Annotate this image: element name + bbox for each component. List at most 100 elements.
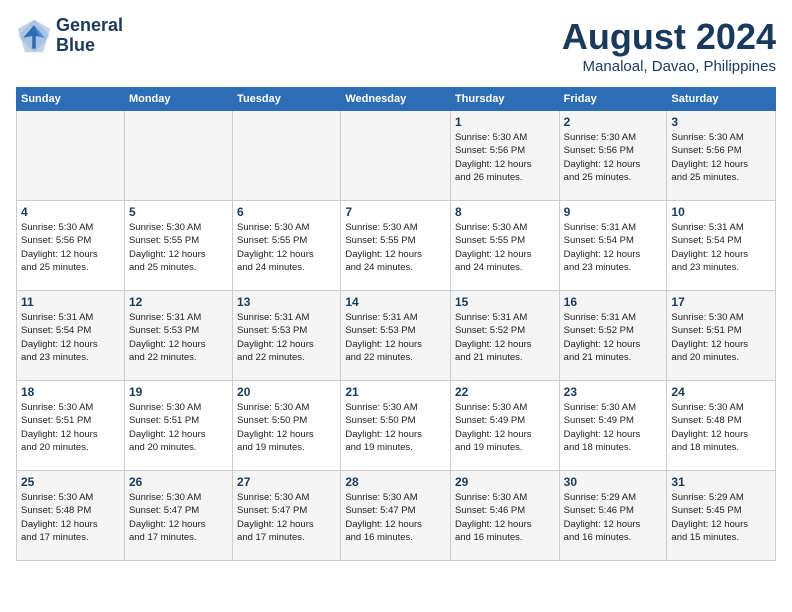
day-number: 23	[564, 385, 663, 399]
cell-content: Sunrise: 5:30 AM Sunset: 5:49 PM Dayligh…	[455, 401, 555, 454]
calendar-cell: 3 Sunrise: 5:30 AM Sunset: 5:56 PM Daylig…	[667, 111, 776, 201]
cell-content: Sunrise: 5:30 AM Sunset: 5:56 PM Dayligh…	[21, 221, 120, 274]
calendar-cell: 20Sunrise: 5:30 AM Sunset: 5:50 PM Dayli…	[233, 381, 341, 471]
day-number: 16	[564, 295, 663, 309]
day-number: 15	[455, 295, 555, 309]
calendar-cell: 12 Sunrise: 5:31 AM Sunset: 5:53 PM Dayli…	[124, 291, 232, 381]
day-number: 4	[21, 205, 120, 219]
location: Manaloal, Davao, Philippines	[562, 58, 776, 75]
calendar-cell: 24 Sunrise: 5:30 AM Sunset: 5:48 PM Dayli…	[667, 381, 776, 471]
day-number: 24	[671, 385, 771, 399]
calendar-cell: 4 Sunrise: 5:30 AM Sunset: 5:56 PM Daylig…	[17, 201, 125, 291]
cell-content: Sunrise: 5:29 AM Sunset: 5:45 PM Dayligh…	[671, 491, 771, 544]
header-row: SundayMondayTuesdayWednesdayThursdayFrid…	[17, 88, 776, 111]
day-number: 18	[21, 385, 120, 399]
calendar-cell: 29 Sunrise: 5:30 AM Sunset: 5:46 PM Dayli…	[450, 471, 559, 561]
cell-content: Sunrise: 5:30 AM Sunset: 5:55 PM Dayligh…	[129, 221, 228, 274]
cell-content: Sunrise: 5:31 AM Sunset: 5:52 PM Dayligh…	[564, 311, 663, 364]
day-number: 6	[237, 205, 336, 219]
cell-content: Sunrise: 5:30 AM Sunset: 5:55 PM Dayligh…	[345, 221, 446, 274]
day-number: 7	[345, 205, 446, 219]
calendar-cell: 27Sunrise: 5:30 AM Sunset: 5:47 PM Dayli…	[233, 471, 341, 561]
calendar-cell: 18 Sunrise: 5:30 AM Sunset: 5:51 PM Dayli…	[17, 381, 125, 471]
day-header-saturday: Saturday	[667, 88, 776, 111]
cell-content: Sunrise: 5:30 AM Sunset: 5:56 PM Dayligh…	[455, 131, 555, 184]
calendar-cell: 1 Sunrise: 5:30 AM Sunset: 5:56 PM Daylig…	[450, 111, 559, 201]
calendar-cell: 2 Sunrise: 5:30 AM Sunset: 5:56 PM Daylig…	[559, 111, 667, 201]
cell-content: Sunrise: 5:30 AM Sunset: 5:47 PM Dayligh…	[237, 491, 336, 544]
calendar-cell: 7 Sunrise: 5:30 AM Sunset: 5:55 PM Daylig…	[341, 201, 451, 291]
calendar-cell: 10 Sunrise: 5:31 AM Sunset: 5:54 PM Dayli…	[667, 201, 776, 291]
calendar-cell	[17, 111, 125, 201]
cell-content: Sunrise: 5:29 AM Sunset: 5:46 PM Dayligh…	[564, 491, 663, 544]
calendar-cell: 30 Sunrise: 5:29 AM Sunset: 5:46 PM Dayli…	[559, 471, 667, 561]
cell-content: Sunrise: 5:30 AM Sunset: 5:48 PM Dayligh…	[21, 491, 120, 544]
day-number: 1	[455, 115, 555, 129]
calendar-cell: 31 Sunrise: 5:29 AM Sunset: 5:45 PM Dayli…	[667, 471, 776, 561]
cell-content: Sunrise: 5:30 AM Sunset: 5:55 PM Dayligh…	[237, 221, 336, 274]
day-number: 9	[564, 205, 663, 219]
cell-content: Sunrise: 5:31 AM Sunset: 5:54 PM Dayligh…	[564, 221, 663, 274]
cell-content: Sunrise: 5:31 AM Sunset: 5:54 PM Dayligh…	[671, 221, 771, 274]
day-number: 13	[237, 295, 336, 309]
calendar-cell: 16 Sunrise: 5:31 AM Sunset: 5:52 PM Dayli…	[559, 291, 667, 381]
day-number: 20	[237, 385, 336, 399]
day-number: 3	[671, 115, 771, 129]
day-number: 28	[345, 475, 446, 489]
cell-content: Sunrise: 5:31 AM Sunset: 5:53 PM Dayligh…	[129, 311, 228, 364]
week-row-0: 1 Sunrise: 5:30 AM Sunset: 5:56 PM Daylig…	[17, 111, 776, 201]
calendar-cell	[233, 111, 341, 201]
calendar-cell: 15Sunrise: 5:31 AM Sunset: 5:52 PM Dayli…	[450, 291, 559, 381]
cell-content: Sunrise: 5:30 AM Sunset: 5:49 PM Dayligh…	[564, 401, 663, 454]
cell-content: Sunrise: 5:30 AM Sunset: 5:56 PM Dayligh…	[671, 131, 771, 184]
cell-content: Sunrise: 5:31 AM Sunset: 5:53 PM Dayligh…	[345, 311, 446, 364]
day-number: 25	[21, 475, 120, 489]
logo-icon	[16, 18, 52, 54]
calendar-body: 1 Sunrise: 5:30 AM Sunset: 5:56 PM Daylig…	[17, 111, 776, 561]
cell-content: Sunrise: 5:30 AM Sunset: 5:48 PM Dayligh…	[671, 401, 771, 454]
day-number: 31	[671, 475, 771, 489]
day-number: 30	[564, 475, 663, 489]
day-number: 10	[671, 205, 771, 219]
calendar-cell: 21 Sunrise: 5:30 AM Sunset: 5:50 PM Dayli…	[341, 381, 451, 471]
calendar-cell	[124, 111, 232, 201]
logo: General Blue	[16, 16, 123, 56]
day-number: 29	[455, 475, 555, 489]
day-number: 2	[564, 115, 663, 129]
day-number: 5	[129, 205, 228, 219]
calendar-cell: 8 Sunrise: 5:30 AM Sunset: 5:55 PM Daylig…	[450, 201, 559, 291]
cell-content: Sunrise: 5:30 AM Sunset: 5:55 PM Dayligh…	[455, 221, 555, 274]
day-header-sunday: Sunday	[17, 88, 125, 111]
logo-line1: General	[56, 15, 123, 35]
day-number: 26	[129, 475, 228, 489]
calendar-cell: 13Sunrise: 5:31 AM Sunset: 5:53 PM Dayli…	[233, 291, 341, 381]
calendar-header: SundayMondayTuesdayWednesdayThursdayFrid…	[17, 88, 776, 111]
calendar-cell: 28 Sunrise: 5:30 AM Sunset: 5:47 PM Dayli…	[341, 471, 451, 561]
day-number: 21	[345, 385, 446, 399]
cell-content: Sunrise: 5:30 AM Sunset: 5:46 PM Dayligh…	[455, 491, 555, 544]
day-number: 11	[21, 295, 120, 309]
week-row-1: 4 Sunrise: 5:30 AM Sunset: 5:56 PM Daylig…	[17, 201, 776, 291]
cell-content: Sunrise: 5:30 AM Sunset: 5:47 PM Dayligh…	[345, 491, 446, 544]
cell-content: Sunrise: 5:30 AM Sunset: 5:50 PM Dayligh…	[345, 401, 446, 454]
calendar-cell: 22 Sunrise: 5:30 AM Sunset: 5:49 PM Dayli…	[450, 381, 559, 471]
day-number: 12	[129, 295, 228, 309]
day-number: 19	[129, 385, 228, 399]
calendar-cell	[341, 111, 451, 201]
calendar-cell: 6 Sunrise: 5:30 AM Sunset: 5:55 PM Daylig…	[233, 201, 341, 291]
cell-content: Sunrise: 5:30 AM Sunset: 5:51 PM Dayligh…	[671, 311, 771, 364]
cell-content: Sunrise: 5:30 AM Sunset: 5:51 PM Dayligh…	[129, 401, 228, 454]
day-number: 22	[455, 385, 555, 399]
cell-content: Sunrise: 5:31 AM Sunset: 5:54 PM Dayligh…	[21, 311, 120, 364]
calendar-cell: 25 Sunrise: 5:30 AM Sunset: 5:48 PM Dayli…	[17, 471, 125, 561]
day-header-thursday: Thursday	[450, 88, 559, 111]
calendar-cell: 9 Sunrise: 5:31 AM Sunset: 5:54 PM Daylig…	[559, 201, 667, 291]
cell-content: Sunrise: 5:30 AM Sunset: 5:56 PM Dayligh…	[564, 131, 663, 184]
day-header-wednesday: Wednesday	[341, 88, 451, 111]
day-number: 17	[671, 295, 771, 309]
cell-content: Sunrise: 5:30 AM Sunset: 5:51 PM Dayligh…	[21, 401, 120, 454]
day-header-monday: Monday	[124, 88, 232, 111]
day-header-friday: Friday	[559, 88, 667, 111]
day-number: 8	[455, 205, 555, 219]
page-header: General Blue August 2024 Manaloal, Davao…	[16, 16, 776, 75]
